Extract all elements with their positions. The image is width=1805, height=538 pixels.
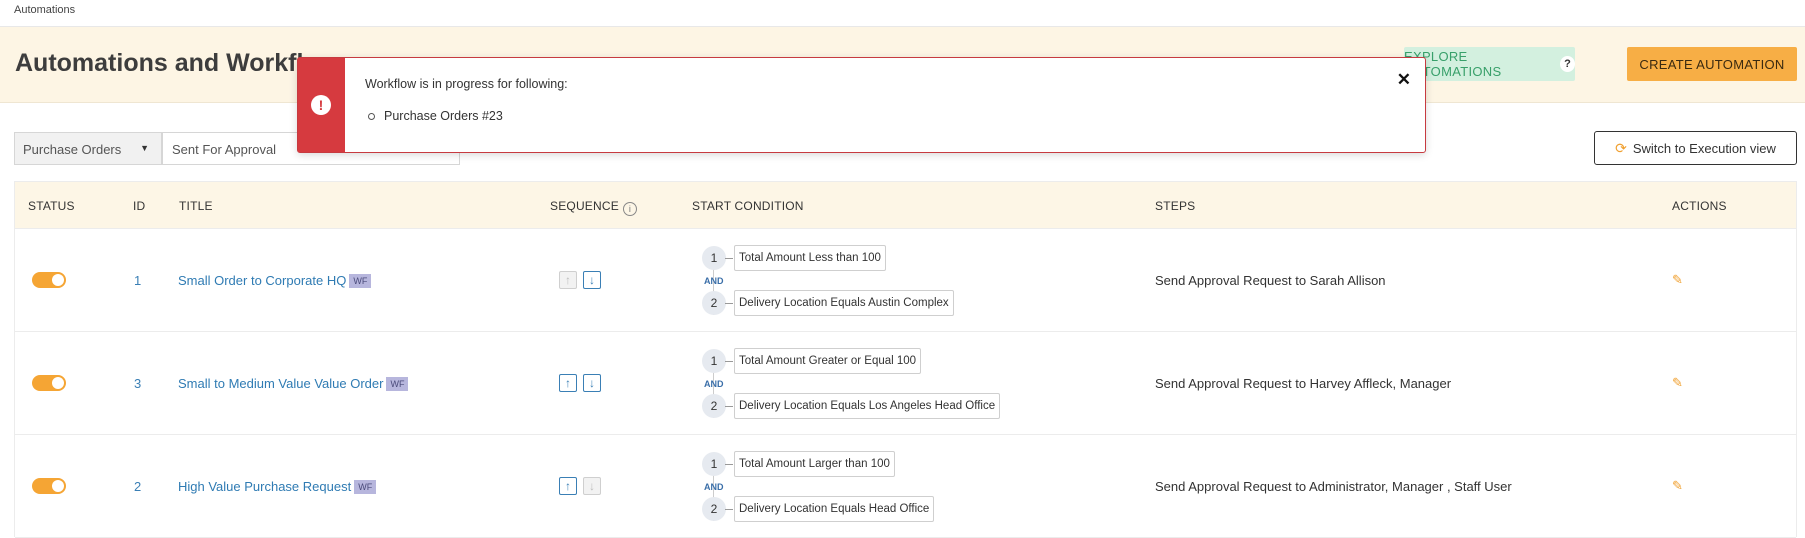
alert-list-item[interactable]: Purchase Orders #23 — [368, 109, 503, 123]
status-toggle[interactable] — [32, 272, 66, 288]
refresh-icon: ⟳ — [1615, 139, 1627, 156]
condition-link — [725, 303, 733, 304]
condition-chip: Delivery Location Equals Austin Complex — [734, 290, 954, 316]
header-actions: ACTIONS — [1672, 199, 1727, 213]
move-up-button: ↑ — [559, 271, 577, 289]
alert-exclamation-icon: ! — [311, 95, 331, 115]
event-select-value: Sent For Approval — [172, 142, 277, 157]
condition-chip: Total Amount Greater or Equal 100 — [734, 348, 922, 374]
condition-number: 1 — [702, 349, 726, 373]
condition-chip: Total Amount Less than 100 — [734, 245, 886, 271]
row-title[interactable]: Small Order to Corporate HQ WF — [178, 273, 372, 288]
edit-pencil-icon[interactable]: ✎ — [1672, 478, 1683, 494]
alert-message: Workflow is in progress for following: — [365, 77, 568, 91]
table-header: STATUS ID TITLE SEQUENCE i START CONDITIO… — [15, 182, 1796, 229]
condition-chip: Delivery Location Equals Los Angeles Hea… — [734, 393, 1001, 419]
create-automation-button[interactable]: CREATE AUTOMATION — [1627, 47, 1797, 81]
row-title[interactable]: High Value Purchase Request WF — [178, 479, 377, 494]
condition-joiner: AND — [704, 276, 724, 286]
row-steps: Send Approval Request to Administrator, … — [1155, 479, 1512, 494]
breadcrumb[interactable]: Automations — [14, 4, 75, 16]
help-icon[interactable]: ? — [1560, 56, 1575, 72]
wf-badge: WF — [386, 377, 409, 391]
header-id[interactable]: ID — [133, 199, 145, 213]
row-title-text[interactable]: Small Order to Corporate HQ — [178, 273, 346, 288]
row-title-text[interactable]: Small to Medium Value Value Order — [178, 376, 383, 391]
module-select-value: Purchase Orders — [23, 142, 122, 157]
status-toggle[interactable] — [32, 478, 66, 494]
automations-table: STATUS ID TITLE SEQUENCE i START CONDITIO… — [14, 181, 1797, 538]
condition-joiner: AND — [704, 482, 724, 492]
move-down-button[interactable]: ↓ — [583, 271, 601, 289]
move-down-button[interactable]: ↓ — [583, 374, 601, 392]
info-icon[interactable]: i — [622, 202, 637, 216]
table-row: 1 Small Order to Corporate HQ WF ↑ ↓ 1 To… — [15, 229, 1796, 332]
alert-sidebar: ! — [298, 58, 345, 152]
edit-pencil-icon[interactable]: ✎ — [1672, 272, 1683, 288]
switch-execution-view-label: Switch to Execution view — [1632, 140, 1776, 156]
header-title[interactable]: TITLE — [179, 199, 213, 213]
wf-badge: WF — [354, 480, 377, 494]
header-sequence-label: SEQUENCE — [550, 199, 619, 213]
row-title-text[interactable]: High Value Purchase Request — [178, 479, 351, 494]
condition-link — [725, 464, 733, 465]
condition-number: 2 — [702, 497, 726, 521]
condition-link — [725, 361, 733, 362]
row-id[interactable]: 3 — [134, 376, 141, 391]
table-row: 2 High Value Purchase Request WF ↑ ↓ 1 To… — [15, 435, 1796, 538]
row-id[interactable]: 1 — [134, 273, 141, 288]
explore-automations-label: EXPLORE AUTOMATIONS — [1404, 49, 1502, 79]
edit-pencil-icon[interactable]: ✎ — [1672, 375, 1683, 391]
row-title[interactable]: Small to Medium Value Value Order WF — [178, 376, 409, 391]
condition-number: 2 — [702, 291, 726, 315]
header-status[interactable]: STATUS — [28, 199, 75, 213]
move-down-button: ↓ — [583, 477, 601, 495]
workflow-alert: ! Workflow is in progress for following:… — [297, 57, 1426, 153]
header-start-condition: START CONDITION — [692, 199, 804, 213]
header-steps: STEPS — [1155, 199, 1196, 213]
table-row: 3 Small to Medium Value Value Order WF ↑ … — [15, 332, 1796, 435]
condition-number: 1 — [702, 246, 726, 270]
row-steps: Send Approval Request to Harvey Affleck,… — [1155, 376, 1452, 391]
condition-chip: Delivery Location Equals Head Office — [734, 496, 935, 522]
close-icon[interactable]: ✕ — [1397, 70, 1411, 90]
row-id[interactable]: 2 — [134, 479, 141, 494]
condition-number: 2 — [702, 394, 726, 418]
condition-number: 1 — [702, 452, 726, 476]
switch-execution-view-button[interactable]: ⟳ Switch to Execution view — [1594, 131, 1797, 165]
condition-chip: Total Amount Larger than 100 — [734, 451, 895, 477]
caret-down-icon: ▼ — [140, 143, 149, 153]
condition-joiner: AND — [704, 379, 724, 389]
condition-link — [725, 406, 733, 407]
wf-badge: WF — [349, 274, 372, 288]
move-up-button[interactable]: ↑ — [559, 477, 577, 495]
row-steps: Send Approval Request to Sarah Allison — [1155, 273, 1386, 288]
condition-link — [725, 509, 733, 510]
explore-automations-button[interactable]: EXPLORE AUTOMATIONS ? — [1404, 47, 1575, 81]
header-sequence: SEQUENCE i — [550, 199, 637, 216]
condition-link — [725, 258, 733, 259]
move-up-button[interactable]: ↑ — [559, 374, 577, 392]
status-toggle[interactable] — [32, 375, 66, 391]
module-select[interactable]: Purchase Orders ▼ — [14, 132, 162, 165]
